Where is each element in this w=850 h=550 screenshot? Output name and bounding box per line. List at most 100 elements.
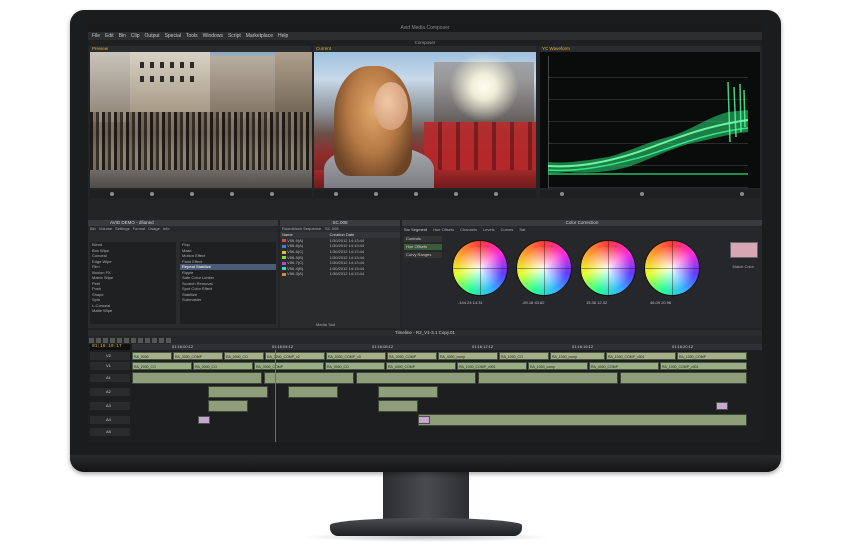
track-header-v2[interactable]: V2 xyxy=(90,352,130,360)
record-icon[interactable] xyxy=(145,337,150,343)
timeline-clip[interactable]: RA_4000_COMP xyxy=(589,362,659,370)
timeline-clip[interactable]: RA_1000_COMP_v001 xyxy=(457,362,527,370)
timeline-clip[interactable]: RA_0000_COMP_v3 xyxy=(326,352,386,360)
audio-clip[interactable] xyxy=(208,400,248,412)
bin-tab[interactable]: Volume xyxy=(99,226,112,232)
sequence-tab[interactable]: Roomblock Sequence xyxy=(282,226,321,232)
track-header-a2[interactable]: A2 xyxy=(90,388,130,396)
audio-clip[interactable] xyxy=(478,372,618,384)
menu-windows[interactable]: Windows xyxy=(203,33,223,39)
timeline-ruler[interactable]: 01:16:00:12 01:16:04:12 01:16:08:12 01:1… xyxy=(132,344,762,350)
audio-clip[interactable] xyxy=(356,372,476,384)
timeline-clip[interactable]: RA_0000 xyxy=(132,352,172,360)
shadows-color-wheel[interactable] xyxy=(452,240,509,297)
timeline-clip[interactable]: RA_1000_COMP_v001 xyxy=(660,362,747,370)
audio-clip[interactable] xyxy=(132,372,262,384)
timeline-clip[interactable]: RA_0000_COMP xyxy=(254,362,324,370)
timeline-clip[interactable]: RA_0000_CO xyxy=(325,362,385,370)
zoom-icon[interactable] xyxy=(159,337,164,343)
timeline-clip[interactable]: RA_1000_comp xyxy=(528,362,588,370)
record-monitor[interactable] xyxy=(314,52,536,188)
track-header-a4[interactable]: A4 xyxy=(90,416,130,424)
splice-icon[interactable] xyxy=(103,337,108,343)
waveform-scope[interactable] xyxy=(540,52,760,188)
overwrite-icon[interactable] xyxy=(270,192,274,196)
menu-help[interactable]: Help xyxy=(278,33,288,39)
midtones-color-wheel[interactable] xyxy=(516,240,573,297)
source-monitor[interactable] xyxy=(90,52,312,188)
mark-out-icon[interactable] xyxy=(190,192,194,196)
mark-in-icon[interactable] xyxy=(374,192,378,196)
bin-tab[interactable]: Usage xyxy=(148,226,160,232)
timeline-clip[interactable]: RA_0000_COMP_v2 xyxy=(265,352,325,360)
overwrite-icon[interactable] xyxy=(110,337,115,343)
cc-side-button[interactable]: Curvy Ranges xyxy=(404,252,442,258)
step-icon[interactable] xyxy=(640,192,644,196)
track-header-a5[interactable]: A5 xyxy=(90,428,130,436)
timeline-clip[interactable]: RA_1000_COMP_v001 xyxy=(606,352,676,360)
extract-icon[interactable] xyxy=(494,192,498,196)
audio-clip[interactable] xyxy=(264,372,354,384)
menu-output[interactable]: Output xyxy=(145,33,160,39)
timeline-clip[interactable]: RA_0000_COMP xyxy=(173,352,223,360)
splice-icon[interactable] xyxy=(230,192,234,196)
lift-icon[interactable] xyxy=(454,192,458,196)
audio-clip[interactable] xyxy=(418,414,747,426)
cc-tab[interactable]: Levels xyxy=(483,227,495,232)
table-row[interactable]: V56-3(A) 1/30/2012 14:13:44 xyxy=(280,271,400,277)
bin-tab[interactable]: Settings xyxy=(115,226,129,232)
segment-mode-icon[interactable] xyxy=(117,337,122,343)
audio-clip[interactable] xyxy=(288,386,338,398)
menu-clip[interactable]: Clip xyxy=(131,33,140,39)
match-frame-icon[interactable] xyxy=(138,337,143,343)
match-color-swatch[interactable] xyxy=(730,242,758,258)
cc-side-button[interactable]: Hue Offsets xyxy=(404,244,442,250)
master-color-wheel[interactable] xyxy=(644,240,701,297)
menu-file[interactable]: File xyxy=(92,33,100,39)
play-icon[interactable] xyxy=(334,192,338,196)
timeline-clip[interactable]: RA_1000_COMP xyxy=(677,352,747,360)
lift-icon[interactable] xyxy=(89,337,94,343)
audio-clip[interactable] xyxy=(208,386,268,398)
cc-tab[interactable]: Hue Offsets xyxy=(433,227,454,232)
timeline-playhead[interactable] xyxy=(275,350,276,442)
settings-icon[interactable] xyxy=(740,192,744,196)
trim-mode-icon[interactable] xyxy=(124,337,129,343)
cc-tab[interactable]: Channels xyxy=(460,227,477,232)
timeline-clip[interactable]: RA_1000_comp xyxy=(550,352,605,360)
menu-script[interactable]: Script xyxy=(228,33,241,39)
track-header-a1[interactable]: A1 xyxy=(90,374,130,382)
menu-edit[interactable]: Edit xyxy=(105,33,114,39)
cc-side-button[interactable]: Controls xyxy=(404,236,442,242)
timeline-clip[interactable]: RA_0000_CO xyxy=(193,362,253,370)
track-header-a3[interactable]: A3 xyxy=(90,402,130,410)
timeline-clip[interactable]: RA_4000_COMP xyxy=(386,362,456,370)
effect-clip[interactable] xyxy=(418,416,430,424)
effect-clip[interactable] xyxy=(198,416,210,424)
bin-tab[interactable]: Format xyxy=(133,226,146,232)
menu-marketplace[interactable]: Marketplace xyxy=(246,33,273,39)
cc-tab[interactable]: Curves xyxy=(501,227,514,232)
play-icon[interactable] xyxy=(560,192,564,196)
cc-tab[interactable]: Sat xyxy=(519,227,525,232)
sequence-tab[interactable]: SC.008 xyxy=(325,226,338,232)
mark-in-icon[interactable] xyxy=(150,192,154,196)
timeline-clip[interactable]: RA_1000_CO xyxy=(499,352,549,360)
add-edit-icon[interactable] xyxy=(131,337,136,343)
mark-out-icon[interactable] xyxy=(414,192,418,196)
highlights-color-wheel[interactable] xyxy=(580,240,637,297)
segment-selector[interactable]: Src Segment xyxy=(404,227,427,232)
audio-icon[interactable] xyxy=(152,337,157,343)
bin-tab[interactable]: Bin xyxy=(90,226,96,232)
track-header-v1[interactable]: V1 xyxy=(90,362,130,370)
timeline-clip[interactable]: RA_2000_CO xyxy=(132,362,192,370)
effect-clip[interactable] xyxy=(716,402,728,410)
audio-clip[interactable] xyxy=(378,386,438,398)
timeline-clip[interactable]: RA_0000_COMP xyxy=(387,352,437,360)
menu-bin[interactable]: Bin xyxy=(119,33,126,39)
audio-clip[interactable] xyxy=(378,400,418,412)
audio-clip[interactable] xyxy=(620,372,747,384)
menu-tools[interactable]: Tools xyxy=(186,33,198,39)
play-icon[interactable] xyxy=(110,192,114,196)
bin-tab[interactable]: Info xyxy=(163,226,170,232)
